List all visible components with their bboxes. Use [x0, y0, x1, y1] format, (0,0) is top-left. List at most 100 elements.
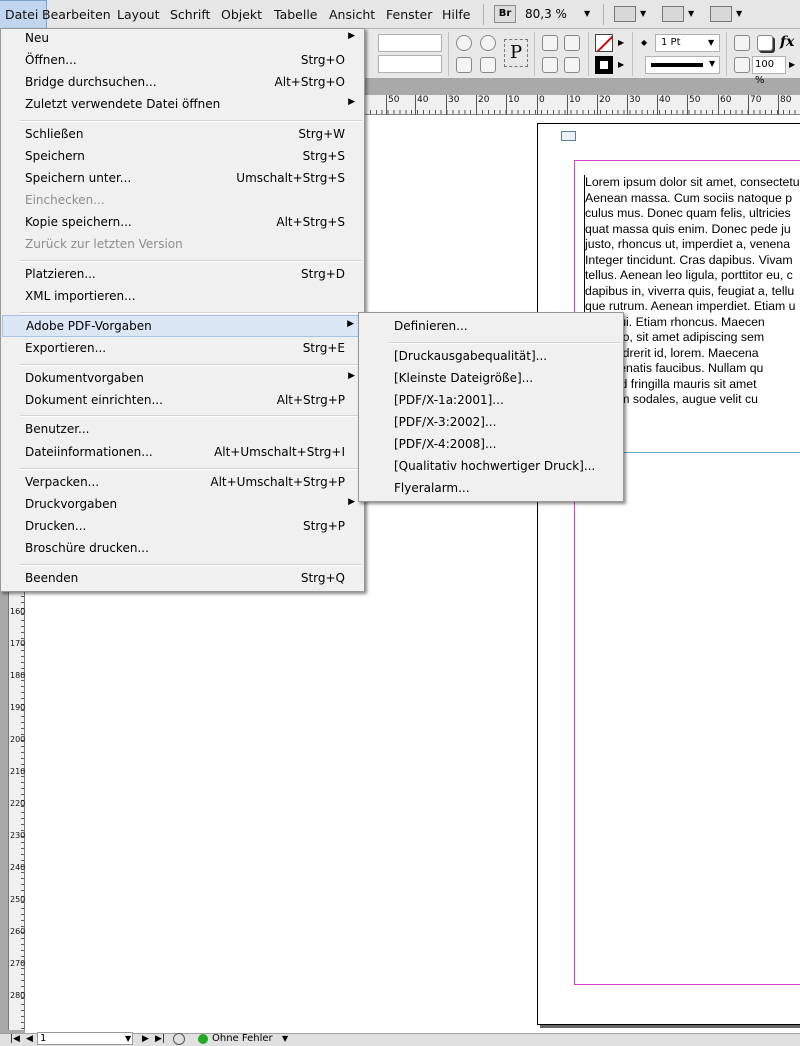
stroke-weight-stepper-icon[interactable]: ◆ [641, 38, 647, 47]
submenu-item-pdfx4[interactable]: [PDF/X-4:2008]... [360, 434, 622, 456]
flip-horizontal-icon[interactable] [456, 57, 472, 73]
fill-none-swatch-icon[interactable] [595, 34, 613, 52]
menu-item-dokument-einrichten[interactable]: Dokument einrichten... Alt+Strg+P [2, 390, 363, 412]
submenu-item-flyeralarm[interactable]: Flyeralarm... [360, 478, 622, 500]
ruler-label: 210 [10, 767, 26, 776]
ruler-label: 160 [10, 607, 26, 616]
preflight-icon[interactable] [173, 1033, 185, 1045]
menu-item-benutzer[interactable]: Benutzer... [2, 419, 363, 441]
menu-hilfe[interactable]: Hilfe [434, 0, 478, 29]
menu-item-neu[interactable]: Neu ▶ [2, 28, 363, 50]
chevron-right-icon[interactable]: ▶ [618, 38, 624, 47]
menu-item-dokumentvorgaben[interactable]: Dokumentvorgaben ▶ [2, 368, 363, 390]
chevron-right-icon[interactable]: ▶ [789, 60, 795, 69]
submenu-item-qualitativ-hochwertig[interactable]: [Qualitativ hochwertiger Druck]... [360, 456, 622, 478]
menu-item-label: XML importieren... [25, 289, 136, 303]
menu-item-platzieren[interactable]: Platzieren... Strg+D [2, 264, 363, 286]
chevron-down-icon[interactable]: ▼ [125, 1034, 131, 1043]
chevron-down-icon[interactable]: ▼ [736, 9, 742, 18]
ruler-tick [687, 95, 688, 115]
menu-item-oeffnen[interactable]: Öffnen... Strg+O [2, 50, 363, 72]
menu-ansicht[interactable]: Ansicht [321, 0, 383, 29]
scale-y-field[interactable] [378, 55, 442, 73]
preflight-status[interactable]: Ohne Fehler [212, 1033, 273, 1044]
ruler-label: 40 [417, 95, 429, 105]
menu-item-druckvorgaben[interactable]: Druckvorgaben ▶ [2, 494, 363, 516]
menu-item-xml-importieren[interactable]: XML importieren... [2, 286, 363, 308]
select-previous-icon[interactable] [542, 57, 558, 73]
zoom-level[interactable]: 80,3 % [525, 0, 567, 29]
chevron-right-icon[interactable]: ▶ [618, 60, 624, 69]
menu-schrift[interactable]: Schrift [162, 0, 218, 29]
submenu-arrow-icon: ▶ [348, 371, 355, 381]
select-container-icon[interactable] [542, 35, 558, 51]
flip-vertical-icon[interactable] [480, 57, 496, 73]
menu-item-broschuere-drucken[interactable]: Broschüre drucken... [2, 538, 363, 560]
menu-item-verpacken[interactable]: Verpacken... Alt+Umschalt+Strg+P [2, 472, 363, 494]
menu-item-speichern[interactable]: Speichern Strg+S [2, 146, 363, 168]
menu-item-label: Adobe PDF-Vorgaben [26, 319, 152, 333]
arrange-documents-icon[interactable] [710, 6, 732, 22]
last-page-icon[interactable]: ▶| [155, 1034, 165, 1044]
menu-tabelle[interactable]: Tabelle [266, 0, 326, 29]
menu-item-exportieren[interactable]: Exportieren... Strg+E [2, 338, 363, 360]
menu-item-bridge-durchsuchen[interactable]: Bridge durchsuchen... Alt+Strg+O [2, 72, 363, 94]
stroke-type-dropdown[interactable]: ▼ [645, 56, 720, 74]
menu-item-label: Kopie speichern... [25, 215, 132, 229]
screen-mode-icon[interactable] [662, 6, 684, 22]
menu-item-kopie-speichern[interactable]: Kopie speichern... Alt+Strg+S [2, 212, 363, 234]
next-page-icon[interactable]: ▶ [142, 1034, 149, 1044]
text-line: Aenean massa. Cum sociis natoque p [585, 190, 793, 205]
menu-bearbeiten[interactable]: Bearbeiten [34, 0, 119, 29]
first-page-icon[interactable]: |◀ [10, 1034, 20, 1044]
text-line: tellus. Aenean leo ligula, porttitor eu,… [585, 268, 793, 282]
chevron-down-icon[interactable]: ▼ [708, 38, 714, 47]
menu-layout[interactable]: Layout [109, 0, 168, 29]
effects-fx-icon[interactable]: fx [780, 34, 794, 50]
select-content-icon[interactable] [564, 35, 580, 51]
submenu-item-kleinste-dateigroesse[interactable]: [Kleinste Dateigröße]... [360, 368, 622, 390]
chevron-down-icon[interactable]: ▼ [640, 9, 646, 18]
horizontal-ruler[interactable]: 50 40 30 20 10 0 10 20 30 40 50 60 70 80 [364, 95, 800, 115]
submenu-item-druckausgabequalitaet[interactable]: [Druckausgabequalität]... [360, 346, 622, 368]
menu-item-drucken[interactable]: Drucken... Strg+P [2, 516, 363, 538]
menu-objekt[interactable]: Objekt [213, 0, 270, 29]
rotate-cw-icon[interactable] [456, 35, 472, 51]
paragraph-icon[interactable]: P [504, 39, 528, 67]
panel-divider [726, 32, 727, 76]
chevron-down-icon[interactable]: ▼ [282, 1034, 288, 1043]
opacity-field[interactable]: 100 % [752, 56, 786, 86]
view-options-icon[interactable] [614, 6, 636, 22]
envelope-icon[interactable] [561, 131, 576, 141]
opacity-icon [734, 57, 750, 73]
scale-x-field[interactable] [378, 34, 442, 52]
menu-item-label: Speichern unter... [25, 171, 132, 185]
previous-page-icon[interactable]: ◀ [26, 1034, 33, 1044]
page-number-field[interactable]: 1 [37, 1032, 133, 1045]
submenu-item-pdfx1a[interactable]: [PDF/X-1a:2001]... [360, 390, 622, 412]
menu-item-adobe-pdf-vorgaben[interactable]: Adobe PDF-Vorgaben ▶ [2, 315, 363, 337]
menu-item-speichern-unter[interactable]: Speichern unter... Umschalt+Strg+S [2, 168, 363, 190]
drop-shadow-icon[interactable] [757, 35, 773, 51]
ruler-label: 190 [10, 703, 26, 712]
menu-shortcut: Strg+O [300, 53, 345, 67]
submenu-item-pdfx3[interactable]: [PDF/X-3:2002]... [360, 412, 622, 434]
stroke-swatch-icon[interactable] [595, 56, 613, 74]
rotate-ccw-icon[interactable] [480, 35, 496, 51]
menu-fenster[interactable]: Fenster [378, 0, 440, 29]
vertical-ruler[interactable]: 160 170 180 190 200 210 220 230 240 250 … [8, 590, 25, 1030]
bridge-button[interactable]: Br [494, 5, 516, 23]
menu-item-label: Zuletzt verwendete Datei öffnen [25, 97, 221, 111]
menu-item-beenden[interactable]: Beenden Strg+Q [2, 568, 363, 590]
menu-item-schliessen[interactable]: Schließen Strg+W [2, 124, 363, 146]
ruler-tick [476, 95, 477, 115]
menu-item-zuletzt-verwendet[interactable]: Zuletzt verwendete Datei öffnen ▶ [2, 94, 363, 116]
submenu-item-definieren[interactable]: Definieren... [360, 316, 622, 338]
zoom-dropdown-icon[interactable]: ▼ [584, 9, 590, 18]
fit-frame-icon[interactable] [734, 35, 750, 51]
menu-item-dateiinformationen[interactable]: Dateiinformationen... Alt+Umschalt+Strg+I [2, 442, 363, 464]
chevron-down-icon[interactable]: ▼ [688, 9, 694, 18]
ruler-label: 60 [720, 95, 732, 105]
pasteboard[interactable] [25, 590, 364, 1033]
select-next-icon[interactable] [564, 57, 580, 73]
